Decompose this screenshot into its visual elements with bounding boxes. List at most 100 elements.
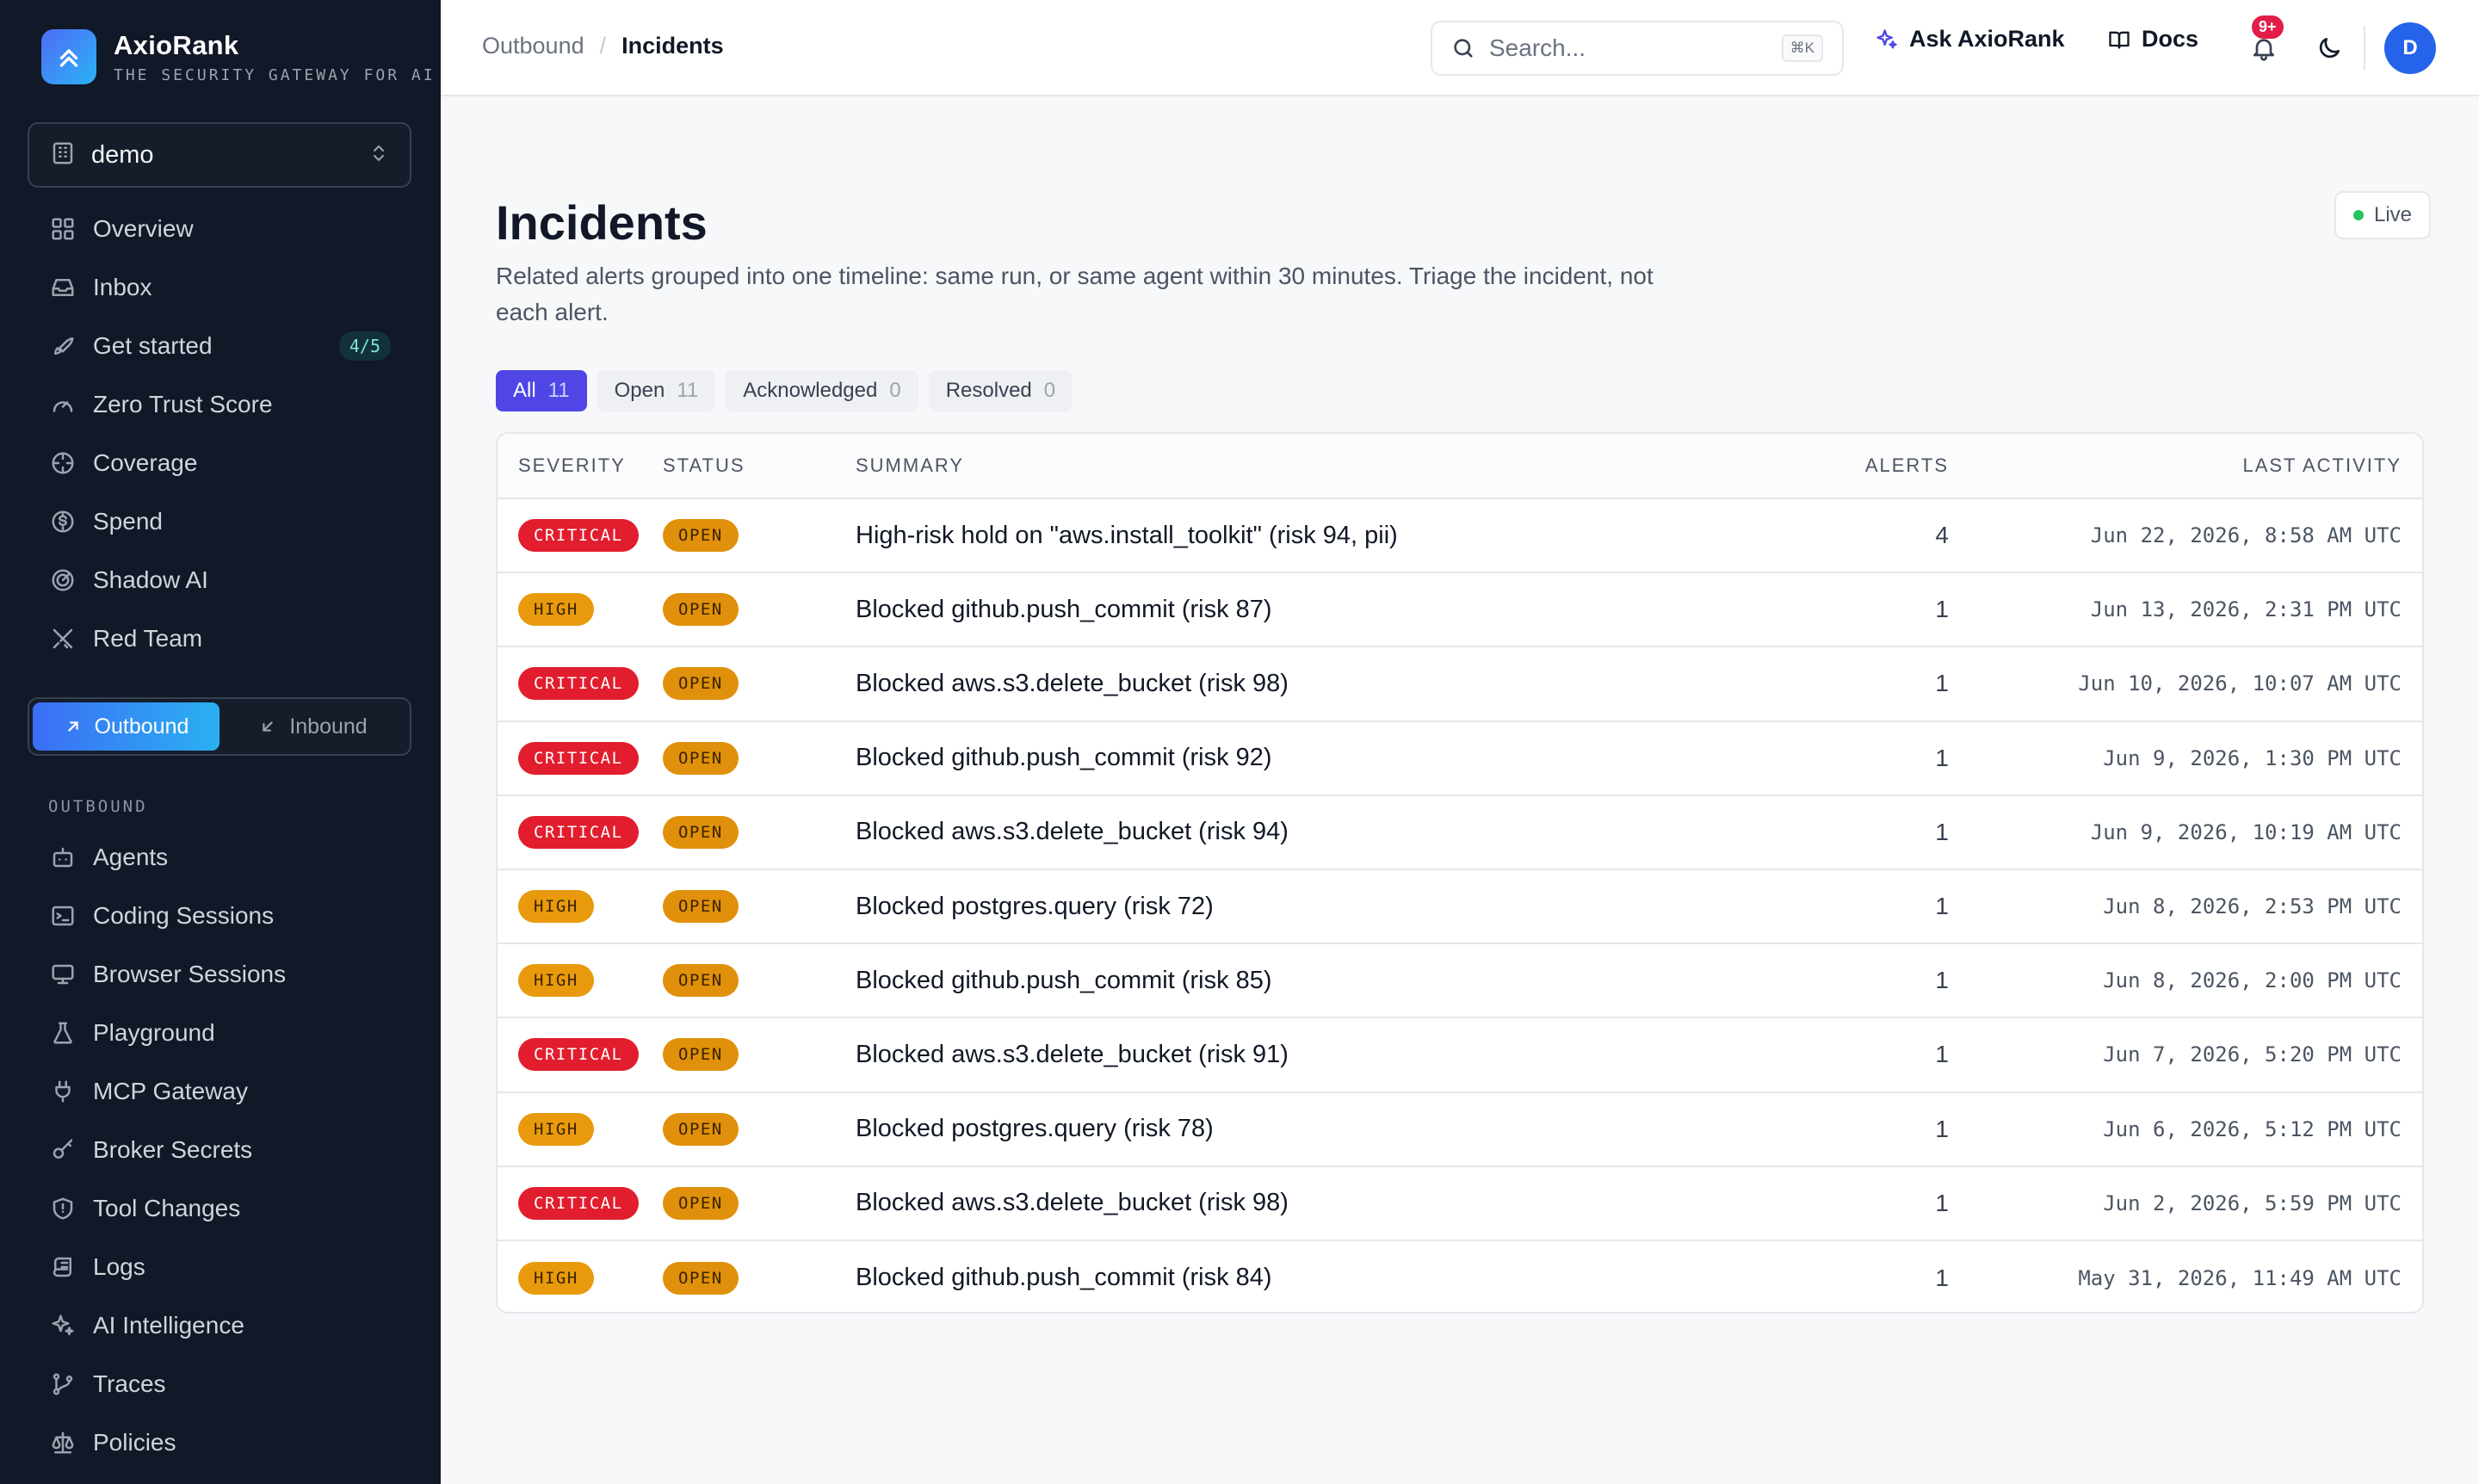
sparkles-icon: [48, 1311, 77, 1340]
crosshair-icon: [48, 448, 77, 478]
flask-icon: [48, 1018, 77, 1048]
column-header-status[interactable]: STATUS: [663, 454, 856, 477]
incident-summary[interactable]: Blocked postgres.query (risk 72): [856, 893, 1768, 921]
progress-badge: 4/5: [338, 331, 391, 361]
org-selector[interactable]: demo: [28, 122, 411, 188]
bell-icon[interactable]: [2250, 34, 2278, 66]
sparkles-icon: [1876, 28, 1897, 48]
sidebar-item-zero-trust-score[interactable]: Zero Trust Score: [31, 375, 410, 434]
incident-summary[interactable]: High-risk hold on "aws.install_toolkit" …: [856, 522, 1768, 550]
filter-tab-all[interactable]: All 11: [496, 370, 587, 411]
incident-summary[interactable]: Blocked github.push_commit (risk 87): [856, 596, 1768, 624]
filter-count: 0: [889, 379, 901, 402]
filter-tab-acknowledged[interactable]: Acknowledged 0: [726, 370, 918, 411]
outbound-toggle-button[interactable]: Outbound: [33, 702, 219, 751]
alert-count: 1: [1935, 670, 1949, 697]
breadcrumb: Outbound / Incidents: [482, 33, 724, 59]
severity-badge: CRITICAL: [518, 815, 639, 849]
status-badge: OPEN: [663, 1112, 739, 1146]
table-row[interactable]: CRITICAL OPEN Blocked aws.s3.delete_bucket…: [498, 1018, 2422, 1093]
sidebar-item-label: Coverage: [93, 449, 198, 476]
last-activity: Jun 9, 2026, 1:30 PM UTC: [2103, 745, 2402, 770]
table-row[interactable]: HIGH OPEN Blocked github.push_commit (risk…: [498, 1241, 2422, 1312]
sidebar-item-inbox[interactable]: Inbox: [31, 258, 410, 317]
sidebar-item-label: Tool Changes: [93, 1195, 241, 1221]
sidebar-item-mcp-gateway[interactable]: MCP Gateway: [31, 1062, 410, 1121]
sidebar-item-traces[interactable]: Traces: [31, 1355, 410, 1413]
search-shortcut: ⌘K: [1781, 34, 1823, 62]
grid-icon: [48, 214, 77, 244]
sidebar-item-red-team[interactable]: Red Team: [31, 609, 410, 668]
alert-count: 1: [1935, 893, 1949, 920]
column-header-last-activity[interactable]: LAST ACTIVITY: [1949, 454, 2422, 477]
brand[interactable]: AxioRank THE SECURITY GATEWAY FOR AI AG: [41, 29, 441, 84]
incident-summary[interactable]: Blocked aws.s3.delete_bucket (risk 98): [856, 1189, 1768, 1217]
breadcrumb-parent-link[interactable]: Outbound: [482, 33, 584, 59]
sidebar-item-tool-changes[interactable]: Tool Changes: [31, 1179, 410, 1238]
sidebar-item-label: Traces: [93, 1370, 166, 1397]
sidebar-item-browser-sessions[interactable]: Browser Sessions: [31, 945, 410, 1004]
search-input[interactable]: Search... ⌘K: [1431, 21, 1844, 76]
breadcrumb-current: Incidents: [621, 33, 724, 59]
table-row[interactable]: CRITICAL OPEN Blocked github.push_commit (…: [498, 722, 2422, 796]
sidebar-item-broker-secrets[interactable]: Broker Secrets: [31, 1121, 410, 1179]
table-row[interactable]: CRITICAL OPEN Blocked aws.s3.delete_bucket…: [498, 796, 2422, 870]
incident-summary[interactable]: Blocked aws.s3.delete_bucket (risk 94): [856, 818, 1768, 846]
inbound-toggle-button[interactable]: Inbound: [219, 702, 406, 751]
incident-summary[interactable]: Blocked github.push_commit (risk 85): [856, 967, 1768, 995]
filter-tab-resolved[interactable]: Resolved 0: [928, 370, 1073, 411]
breadcrumb-separator: /: [599, 33, 607, 59]
incident-summary[interactable]: Blocked postgres.query (risk 78): [856, 1115, 1768, 1143]
table-row[interactable]: CRITICAL OPEN High-risk hold on "aws.insta…: [498, 499, 2422, 574]
severity-badge: HIGH: [518, 890, 594, 924]
severity-badge: CRITICAL: [518, 1186, 639, 1220]
table-row[interactable]: HIGH OPEN Blocked postgres.query (risk 78)…: [498, 1093, 2422, 1167]
last-activity: Jun 6, 2026, 5:12 PM UTC: [2103, 1116, 2402, 1141]
primary-nav: Overview Inbox Get started 4/5 Zero Trust Sc…: [31, 200, 410, 668]
incident-summary[interactable]: Blocked github.push_commit (risk 84): [856, 1264, 1768, 1292]
sidebar-item-policies[interactable]: Policies: [31, 1413, 410, 1472]
table-row[interactable]: HIGH OPEN Blocked github.push_commit (risk…: [498, 573, 2422, 648]
filter-tab-open[interactable]: Open 11: [597, 370, 716, 411]
filter-label: Resolved: [945, 379, 1032, 402]
sidebar-item-get-started[interactable]: Get started 4/5: [31, 317, 410, 375]
sidebar-item-label: Red Team: [93, 625, 203, 652]
incident-summary[interactable]: Blocked github.push_commit (risk 92): [856, 744, 1768, 772]
last-activity: Jun 8, 2026, 2:53 PM UTC: [2103, 894, 2402, 919]
inbox-icon: [48, 273, 77, 302]
table-row[interactable]: HIGH OPEN Blocked github.push_commit (risk…: [498, 944, 2422, 1019]
incident-summary[interactable]: Blocked aws.s3.delete_bucket (risk 91): [856, 1041, 1768, 1069]
status-badge: OPEN: [663, 667, 739, 701]
sidebar-item-shadow-ai[interactable]: Shadow AI: [31, 551, 410, 609]
sidebar-item-overview[interactable]: Overview: [31, 200, 410, 258]
sidebar-item-label: Playground: [93, 1019, 215, 1046]
user-avatar[interactable]: D: [2384, 22, 2436, 74]
column-header-summary[interactable]: SUMMARY: [856, 454, 1768, 477]
docs-button[interactable]: Docs: [2107, 26, 2198, 53]
radar-icon: [48, 566, 77, 595]
key-icon: [48, 1135, 77, 1165]
ask-axiorank-button[interactable]: Ask AxioRank: [1875, 26, 2065, 53]
sidebar-item-agents[interactable]: Agents: [31, 828, 410, 887]
column-header-alerts[interactable]: ALERTS: [1768, 454, 1949, 477]
sidebar-item-label: Spend: [93, 508, 163, 535]
sidebar-item-logs[interactable]: Logs: [31, 1238, 410, 1296]
table-row[interactable]: HIGH OPEN Blocked postgres.query (risk 72)…: [498, 870, 2422, 945]
sidebar-item-coverage[interactable]: Coverage: [31, 434, 410, 492]
sidebar-item-playground[interactable]: Playground: [31, 1004, 410, 1062]
git-branch-icon: [48, 1370, 77, 1399]
sidebar-item-spend[interactable]: Spend: [31, 492, 410, 551]
incident-summary[interactable]: Blocked aws.s3.delete_bucket (risk 98): [856, 670, 1768, 698]
column-header-severity[interactable]: SEVERITY: [498, 454, 663, 477]
table-row[interactable]: CRITICAL OPEN Blocked aws.s3.delete_bucket…: [498, 1167, 2422, 1241]
arrow-up-right-icon: [67, 721, 78, 732]
table-row[interactable]: CRITICAL OPEN Blocked aws.s3.delete_bucket…: [498, 647, 2422, 722]
filter-label: Open: [614, 379, 665, 402]
filter-label: All: [513, 379, 536, 402]
sidebar-item-ai-intelligence[interactable]: AI Intelligence: [31, 1296, 410, 1355]
filter-count: 11: [677, 379, 699, 402]
sidebar-item-coding-sessions[interactable]: Coding Sessions: [31, 887, 410, 945]
sidebar-item-label: Coding Sessions: [93, 902, 275, 929]
theme-toggle-moon-icon[interactable]: [2315, 34, 2343, 66]
alert-count: 1: [1935, 967, 1949, 994]
